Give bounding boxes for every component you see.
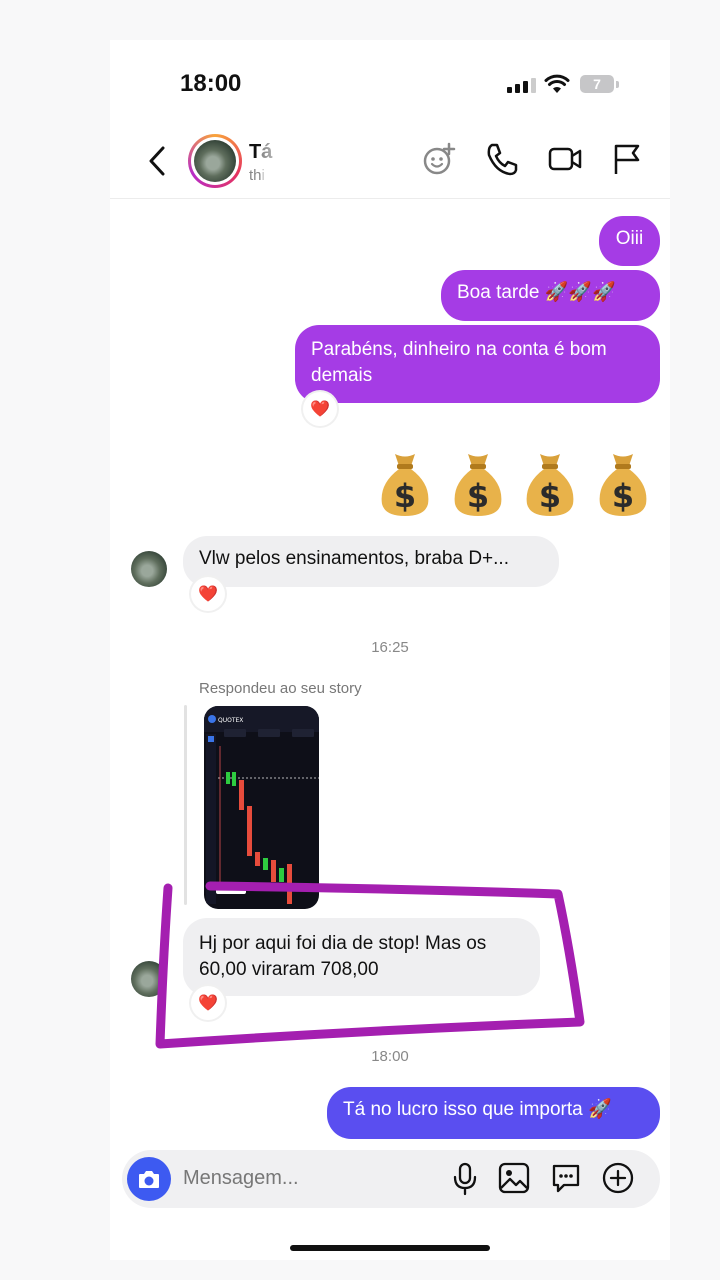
camera-button[interactable] [127,1157,171,1201]
heart-reaction[interactable]: ❤️ [191,577,225,611]
story-reply-bar [184,705,187,905]
status-time: 18:00 [180,70,242,97]
redaction-overlay [262,134,372,188]
money-bag-icon[interactable] [522,450,578,520]
incoming-message[interactable]: Hj por aqui foi dia de stop! Mas os 60,0… [183,918,540,996]
story-app-name: QUOTEX [218,717,243,724]
money-bag-icon[interactable] [595,450,651,520]
cellular-signal-icon [507,78,536,93]
money-bag-icon[interactable] [450,450,506,520]
incoming-message[interactable]: Vlw pelos ensinamentos, braba D+... [183,536,559,587]
sticker-chat-icon[interactable] [550,1162,582,1194]
contact-avatar[interactable] [188,134,242,188]
camera-icon [139,1171,159,1188]
phone-call-icon[interactable] [486,142,518,176]
outgoing-message[interactable]: Parabéns, dinheiro na conta é bom demais [295,325,660,403]
effects-icon[interactable] [422,142,456,176]
header-divider [110,198,670,199]
money-bag-icon[interactable] [377,450,433,520]
sender-avatar[interactable] [131,961,167,997]
sender-avatar[interactable] [131,551,167,587]
battery-tip [616,81,619,88]
wifi-icon [544,74,570,93]
outgoing-message[interactable]: Tá no lucro isso que importa 🚀 [327,1087,660,1139]
message-input[interactable] [183,1163,433,1193]
report-flag-icon[interactable] [612,142,642,176]
heart-reaction[interactable]: ❤️ [303,392,337,426]
story-reply-label: Respondeu ao seu story [199,680,362,697]
outgoing-message[interactable]: Oiii [599,216,660,266]
story-thumbnail[interactable]: QUOTEX [204,706,319,909]
battery-icon: 7 [580,75,614,93]
timestamp: 18:00 [371,1048,409,1065]
avatar-photo [194,140,236,182]
back-button[interactable] [146,146,168,176]
gallery-icon[interactable] [498,1162,530,1194]
heart-reaction[interactable]: ❤️ [191,986,225,1020]
microphone-icon[interactable] [452,1162,478,1196]
outgoing-message[interactable]: Boa tarde 🚀🚀🚀 [441,270,660,321]
home-indicator [290,1245,490,1251]
timestamp: 16:25 [371,639,409,656]
video-call-icon[interactable] [548,142,582,176]
trading-chart-image: QUOTEX [204,706,319,904]
add-icon[interactable] [602,1162,634,1194]
